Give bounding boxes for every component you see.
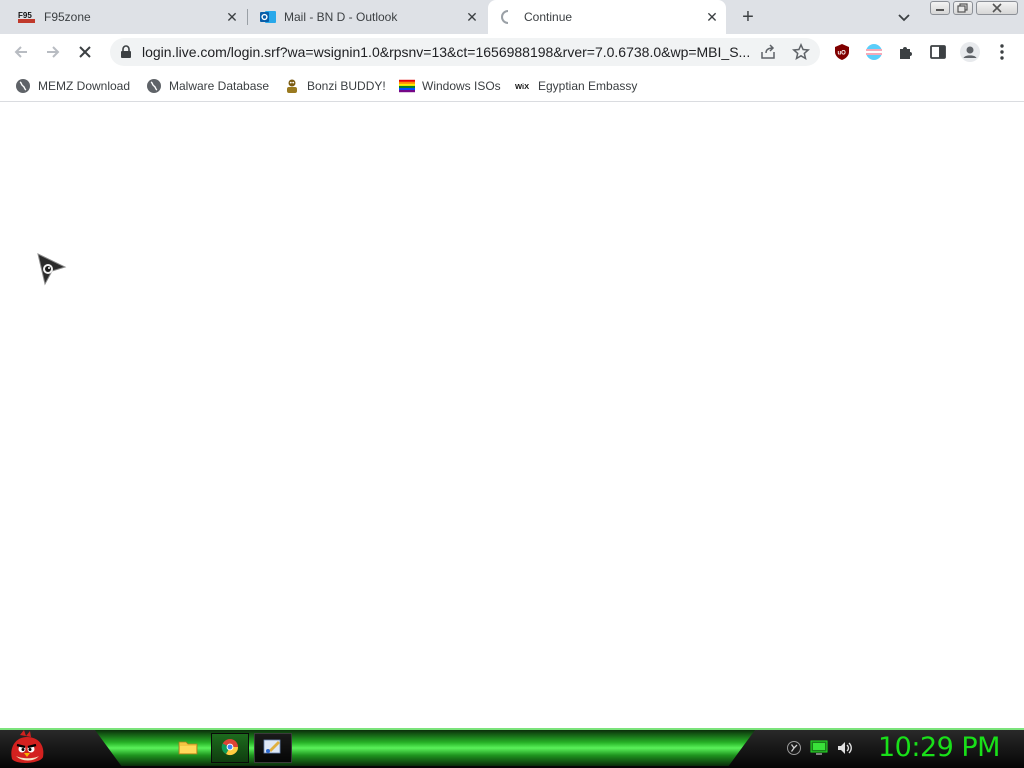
share-icon[interactable] (760, 44, 776, 60)
volume-icon[interactable] (836, 740, 854, 759)
outlook-icon (260, 9, 276, 25)
network-icon[interactable] (786, 740, 802, 759)
rainbow-flag-icon (399, 78, 415, 94)
url-text[interactable]: login.live.com/login.srf?wa=wsignin1.0&r… (142, 44, 752, 60)
taskbar-divider (0, 728, 1024, 730)
svg-text:WiX: WiX (515, 82, 529, 91)
system-tray (786, 740, 854, 759)
close-tab-icon[interactable]: ✕ (704, 9, 720, 25)
star-icon[interactable] (791, 42, 811, 61)
ublock-origin-icon[interactable]: uO (830, 40, 854, 64)
lock-icon[interactable] (120, 45, 132, 59)
file-explorer-icon (178, 738, 198, 759)
restore-button[interactable] (953, 1, 973, 15)
profile-icon[interactable] (958, 40, 982, 64)
taskbar-paint[interactable] (254, 733, 292, 763)
back-arrow-icon[interactable] (9, 40, 33, 64)
loading-spinner-icon (500, 9, 516, 25)
tab-title: F95zone (44, 10, 91, 24)
tab-continue[interactable]: Continue ✕ (488, 0, 726, 34)
globe-icon (146, 78, 162, 94)
tab-f95zone[interactable]: F95 F95zone ✕ (0, 0, 246, 34)
bookmark-label: Bonzi BUDDY! (307, 79, 386, 93)
close-window-button[interactable] (976, 1, 1018, 15)
new-tab-button[interactable]: + (736, 6, 760, 28)
bookmark-malware-database[interactable]: Malware Database (146, 76, 269, 96)
close-tab-icon[interactable]: ✕ (224, 9, 240, 25)
taskbar-clock[interactable]: 10:29 PM (878, 732, 1000, 763)
globe-icon (15, 78, 31, 94)
bookmark-label: Egyptian Embassy (538, 79, 638, 93)
puzzle-icon[interactable] (894, 40, 918, 64)
close-tab-icon[interactable]: ✕ (464, 9, 480, 25)
stop-loading-icon[interactable] (73, 40, 97, 64)
taskbar: 10:29 PM (0, 728, 1024, 768)
page-content[interactable] (0, 102, 1024, 728)
minimize-button[interactable] (930, 1, 950, 15)
browser-toolbar: login.live.com/login.srf?wa=wsignin1.0&r… (0, 34, 1024, 70)
paint-icon (263, 738, 283, 759)
bookmark-egyptian-embassy[interactable]: WiX Egyptian Embassy (515, 76, 637, 96)
address-bar[interactable]: login.live.com/login.srf?wa=wsignin1.0&r… (110, 38, 820, 66)
tab-outlook[interactable]: Mail - BN D - Outlook ✕ (248, 0, 486, 34)
tab-strip: F95 F95zone ✕ Mail - BN D - Outlook ✕ Co… (0, 0, 1024, 34)
flag-extension-icon[interactable] (862, 40, 886, 64)
bookmark-label: Windows ISOs (422, 79, 501, 93)
bookmark-label: Malware Database (169, 79, 270, 93)
bookmark-bonzi-buddy[interactable]: Bonzi BUDDY! (284, 76, 386, 96)
svg-text:uO: uO (838, 51, 847, 57)
sidepanel-icon[interactable] (926, 40, 950, 64)
eye-cursor-icon (36, 252, 68, 286)
menu-icon[interactable] (990, 40, 1014, 64)
taskbar-chrome[interactable] (211, 733, 249, 763)
forward-arrow-icon[interactable] (41, 40, 65, 64)
start-button[interactable] (6, 729, 48, 767)
taskbar-file-explorer[interactable] (169, 733, 207, 763)
chrome-icon (221, 738, 239, 759)
bookmark-label: MEMZ Download (38, 79, 131, 93)
svg-text:F95: F95 (18, 11, 32, 20)
bookmark-windows-isos[interactable]: Windows ISOs (399, 76, 501, 96)
bookmarks-bar: MEMZ Download Malware Database Bonzi BUD… (0, 70, 1024, 102)
f95zone-icon: F95 (18, 10, 36, 24)
bookmark-memz-download[interactable]: MEMZ Download (15, 76, 130, 96)
chevron-down-icon[interactable] (895, 8, 913, 26)
bonzi-icon (284, 78, 300, 94)
tab-title: Mail - BN D - Outlook (284, 10, 398, 24)
monitor-icon[interactable] (810, 740, 828, 759)
wix-icon: WiX (515, 78, 531, 94)
tab-title: Continue (524, 10, 573, 24)
